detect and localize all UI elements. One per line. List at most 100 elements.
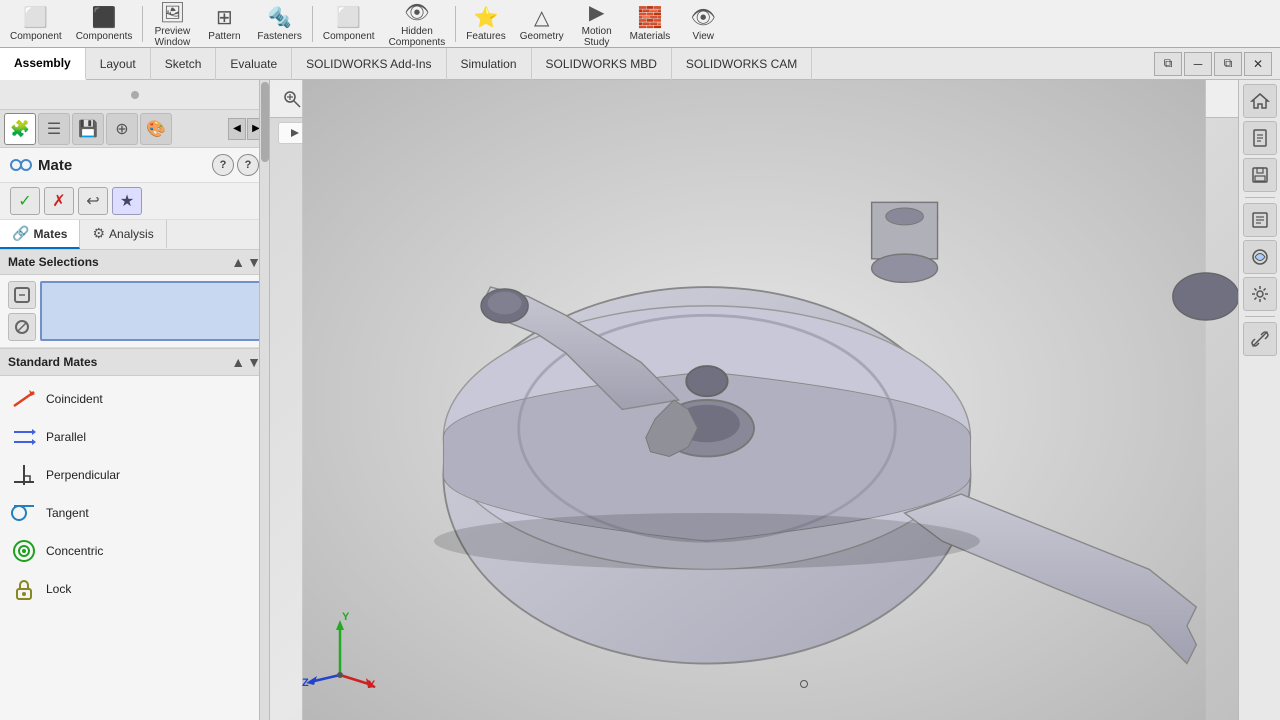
- feature-icon-target[interactable]: ⊕: [106, 113, 138, 145]
- svg-text:Y: Y: [342, 611, 350, 623]
- feature-icon-component[interactable]: 🧩: [4, 113, 36, 145]
- pattern-label: Pattern: [208, 31, 240, 42]
- win-close-btn[interactable]: ✕: [1244, 52, 1272, 76]
- standard-mates-header[interactable]: Standard Mates ▲ ▼: [0, 348, 269, 376]
- panel-top-controls: [0, 80, 269, 110]
- rp-save[interactable]: [1243, 158, 1277, 192]
- win-minimize-btn[interactable]: ─: [1184, 52, 1212, 76]
- rp-settings[interactable]: [1243, 277, 1277, 311]
- mate-item-perpendicular[interactable]: Perpendicular: [0, 456, 269, 494]
- materials-label: Materials: [630, 31, 671, 42]
- svg-text:X: X: [368, 679, 376, 690]
- toolbar-motion-study[interactable]: ▶ MotionStudy: [572, 2, 622, 46]
- sub-tab-analysis[interactable]: ⚙ Analysis: [80, 220, 166, 249]
- geometry-icon: △: [534, 5, 549, 30]
- win-restore-btn[interactable]: ⧉: [1154, 52, 1182, 76]
- feature-icon-list[interactable]: ☰: [38, 113, 70, 145]
- tab-simulation-label: Simulation: [461, 57, 517, 71]
- reset-button[interactable]: ↩: [78, 187, 108, 215]
- analysis-tab-icon: ⚙: [92, 225, 105, 242]
- top-toolbar: ⬜ Component ⬛ Components 🖼 PreviewWindow…: [0, 0, 1280, 48]
- tab-evaluate[interactable]: Evaluate: [216, 48, 292, 80]
- rp-appearance[interactable]: [1243, 240, 1277, 274]
- toolbar-components[interactable]: ⬛ Components: [70, 2, 139, 46]
- sel-icon-2[interactable]: [8, 313, 36, 341]
- cancel-button[interactable]: ✗: [44, 187, 74, 215]
- mate-item-concentric[interactable]: Concentric: [0, 532, 269, 570]
- toolbar-materials[interactable]: 🧱 Materials: [624, 2, 677, 46]
- preview-icon: 🖼: [160, 0, 185, 25]
- components-icon: ⬛: [92, 5, 117, 30]
- coord-axes: Y X Z: [300, 610, 380, 690]
- rp-file[interactable]: [1243, 121, 1277, 155]
- feature-icon-save[interactable]: 💾: [72, 113, 104, 145]
- win-restore2-btn[interactable]: ⧉: [1214, 52, 1242, 76]
- help-btn-1[interactable]: ?: [212, 154, 234, 176]
- tab-cam[interactable]: SOLIDWORKS CAM: [672, 48, 812, 80]
- toolbar-fasteners[interactable]: 🔩 Fasteners: [251, 2, 307, 46]
- selection-icon-shape-1: [13, 286, 31, 304]
- component-2-label: Component: [323, 31, 375, 42]
- tangent-icon: [10, 499, 38, 527]
- mate-selections-collapse[interactable]: ▲ ▼: [231, 254, 261, 270]
- rp-properties[interactable]: [1243, 203, 1277, 237]
- sel-icon-1[interactable]: [8, 281, 36, 309]
- fasteners-icon: 🔩: [267, 5, 292, 30]
- tab-layout[interactable]: Layout: [86, 48, 151, 80]
- concentric-icon: [10, 537, 38, 565]
- rp-home[interactable]: [1243, 84, 1277, 118]
- motion-study-icon: ▶: [589, 0, 604, 25]
- tab-sketch[interactable]: Sketch: [151, 48, 217, 80]
- toolbar-features[interactable]: ⭐ Features: [460, 2, 511, 46]
- toolbar-component-1[interactable]: ⬜ Component: [4, 2, 68, 46]
- tab-layout-label: Layout: [100, 57, 136, 71]
- feature-icons-bar: 🧩 ☰ 💾 ⊕ 🎨 ◀ ▶: [0, 110, 269, 148]
- mate-selections-title: Mate Selections: [8, 255, 99, 269]
- feature-icon-appearance[interactable]: 🎨: [140, 113, 172, 145]
- mate-item-tangent[interactable]: Tangent: [0, 494, 269, 532]
- toolbar-view[interactable]: 👁 View: [678, 2, 728, 46]
- toolbar-geometry[interactable]: △ Geometry: [514, 2, 570, 46]
- toolbar-hidden[interactable]: 👁 HiddenComponents: [383, 2, 452, 46]
- view-icon: 👁: [691, 5, 716, 30]
- sub-tab-mates[interactable]: 🔗 Mates: [0, 220, 80, 249]
- panel-scrollbar[interactable]: [259, 80, 269, 720]
- hidden-icon: 👁: [404, 0, 429, 25]
- tab-assembly[interactable]: Assembly: [0, 48, 86, 80]
- tangent-label: Tangent: [46, 506, 259, 520]
- selection-icons: [8, 281, 36, 341]
- toolbar-preview[interactable]: 🖼 PreviewWindow: [147, 2, 197, 46]
- mate-selections-header[interactable]: Mate Selections ▲ ▼: [0, 250, 269, 275]
- star-button[interactable]: ★: [112, 187, 142, 215]
- scrollbar-thumb: [261, 82, 269, 162]
- viewport[interactable]: Assem2 (Def...): [270, 80, 1238, 720]
- accept-button[interactable]: ✓: [10, 187, 40, 215]
- perpendicular-label: Perpendicular: [46, 468, 259, 482]
- help-btn-2[interactable]: ?: [237, 154, 259, 176]
- rp-sep-2: [1245, 316, 1275, 317]
- tab-mbd[interactable]: SOLIDWORKS MBD: [532, 48, 672, 80]
- tab-addins[interactable]: SOLIDWORKS Add-Ins: [292, 48, 446, 80]
- toolbar-sep-1: [142, 6, 143, 42]
- parallel-icon: [10, 423, 38, 451]
- toolbar-component-2[interactable]: ⬜ Component: [317, 2, 381, 46]
- selection-input-box[interactable]: [40, 281, 261, 341]
- rp-link[interactable]: [1243, 322, 1277, 356]
- mate-item-parallel[interactable]: Parallel: [0, 418, 269, 456]
- main-content: 🧩 ☰ 💾 ⊕ 🎨 ◀ ▶ Mate ? ? ✓ ✗: [0, 80, 1280, 720]
- hidden-label: HiddenComponents: [389, 26, 446, 48]
- mate-item-coincident[interactable]: Coincident: [0, 380, 269, 418]
- tab-sketch-label: Sketch: [165, 57, 202, 71]
- mate-header: Mate ? ?: [0, 148, 269, 183]
- features-icon: ⭐: [474, 5, 499, 30]
- svg-text:Z: Z: [302, 677, 309, 689]
- tab-simulation[interactable]: Simulation: [447, 48, 532, 80]
- arrow-left-btn[interactable]: ◀: [228, 118, 246, 140]
- standard-mates-collapse[interactable]: ▲ ▼: [231, 354, 261, 370]
- mate-icon: [10, 154, 32, 176]
- sub-tabs: 🔗 Mates ⚙ Analysis: [0, 220, 269, 250]
- mate-item-lock[interactable]: Lock: [0, 570, 269, 608]
- left-panel: 🧩 ☰ 💾 ⊕ 🎨 ◀ ▶ Mate ? ? ✓ ✗: [0, 80, 270, 720]
- perpendicular-icon: [10, 461, 38, 489]
- toolbar-pattern[interactable]: ⊞ Pattern: [199, 2, 249, 46]
